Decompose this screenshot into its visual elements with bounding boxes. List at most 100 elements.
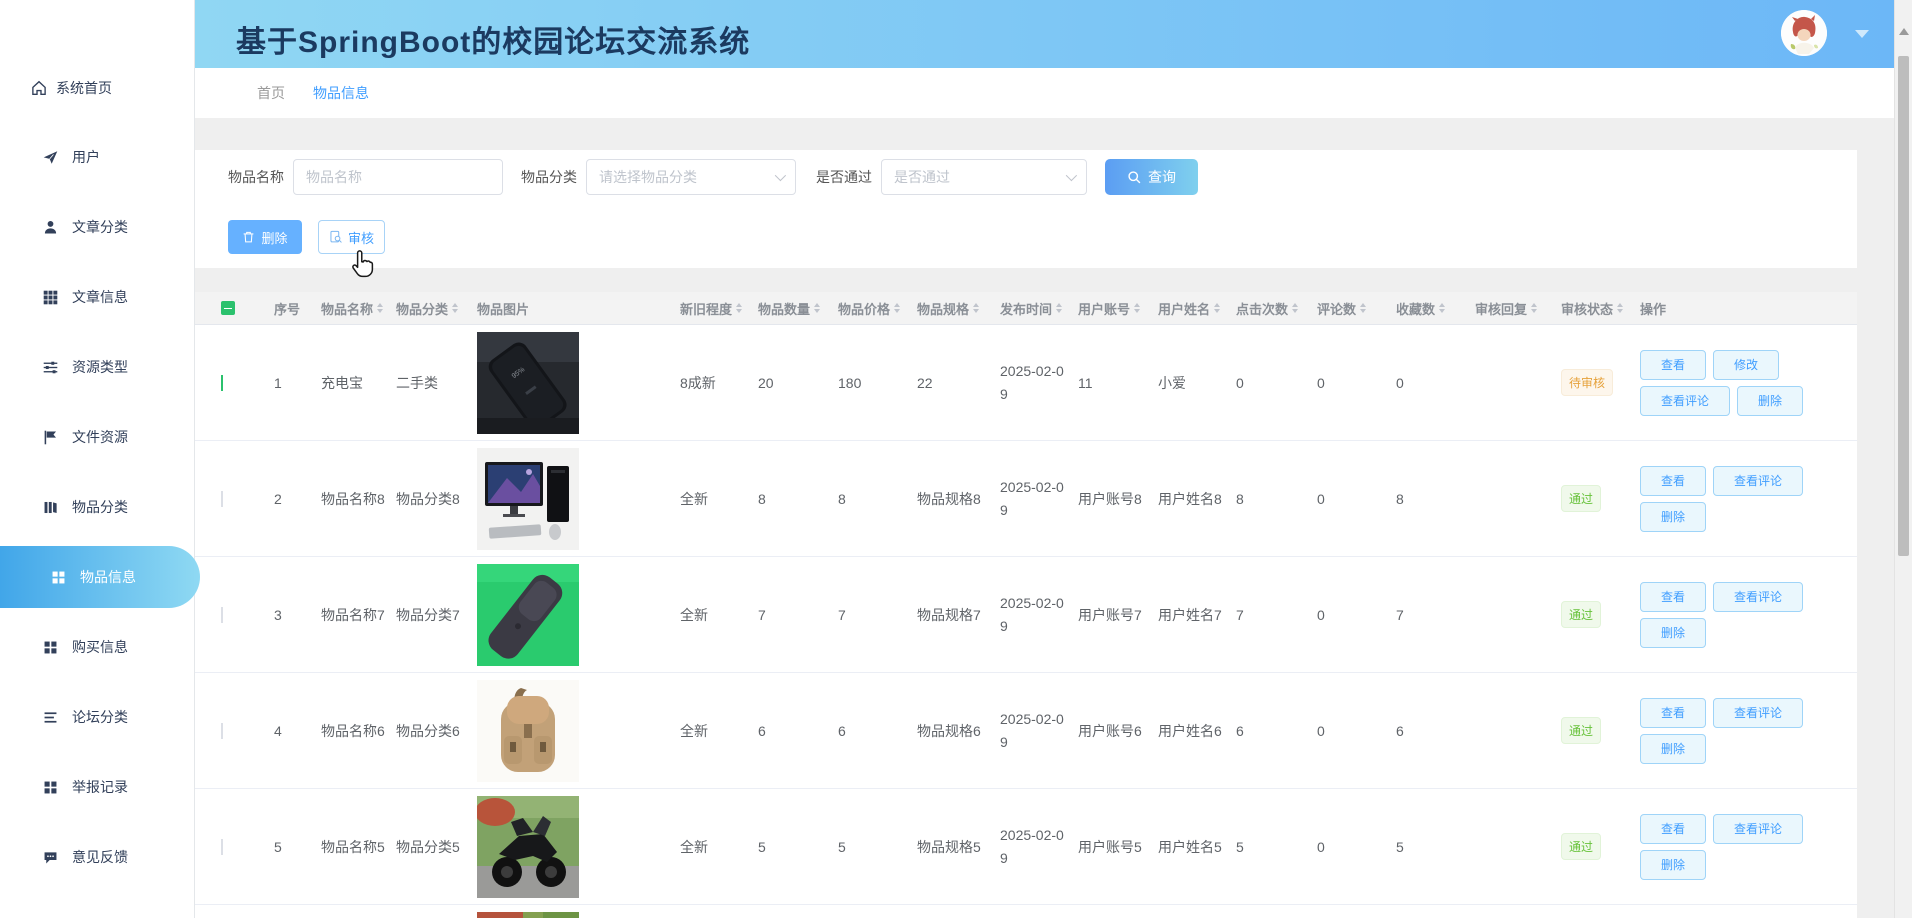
cell-favorites: 0 bbox=[1396, 375, 1475, 391]
cell-clicks: 8 bbox=[1236, 491, 1317, 507]
cell-account: 用户账号7 bbox=[1078, 605, 1158, 625]
cell-seq: 3 bbox=[274, 607, 321, 623]
view-comments-button[interactable]: 查看评论 bbox=[1640, 386, 1730, 416]
sidebar-item-label: 物品分类 bbox=[72, 497, 128, 517]
sort-toggle[interactable] bbox=[736, 303, 742, 313]
flag-icon bbox=[42, 429, 59, 446]
sort-toggle[interactable] bbox=[1531, 303, 1537, 313]
audit-button[interactable]: 审核 bbox=[318, 220, 385, 254]
tab-item-info[interactable]: 物品信息 bbox=[313, 83, 369, 103]
library-icon bbox=[42, 499, 59, 516]
sidebar-item-feedback[interactable]: 意见反馈 bbox=[0, 837, 195, 877]
delete-button[interactable]: 删除 bbox=[228, 220, 302, 254]
cell-comments: 0 bbox=[1317, 723, 1396, 739]
delete-row-button[interactable]: 删除 bbox=[1640, 502, 1706, 532]
cell-category: 物品分类6 bbox=[396, 721, 477, 741]
delete-row-button[interactable]: 删除 bbox=[1640, 618, 1706, 648]
item-category-select-input[interactable] bbox=[587, 160, 795, 194]
user-icon bbox=[42, 219, 59, 236]
cell-username: 用户姓名7 bbox=[1158, 605, 1236, 625]
sort-toggle[interactable] bbox=[1134, 303, 1140, 313]
delete-row-button[interactable]: 删除 bbox=[1640, 734, 1706, 764]
row-checkbox[interactable] bbox=[221, 375, 223, 391]
select-all-checkbox[interactable] bbox=[221, 301, 235, 315]
caret-down-icon[interactable] bbox=[1855, 30, 1869, 38]
sidebar-item-forum-category[interactable]: 论坛分类 bbox=[0, 697, 195, 737]
sidebar-item-item-category[interactable]: 物品分类 bbox=[0, 487, 195, 527]
sidebar-item-label: 文件资源 bbox=[72, 427, 128, 447]
row-checkbox[interactable] bbox=[221, 491, 223, 507]
col-category: 物品分类 bbox=[396, 299, 477, 318]
item-category-label: 物品分类 bbox=[521, 167, 577, 187]
scrollbar-up-arrow-icon[interactable] bbox=[1899, 28, 1909, 35]
col-spec: 物品规格 bbox=[917, 299, 1000, 318]
sidebar-item-resource-type[interactable]: 资源类型 bbox=[0, 347, 195, 387]
send-icon bbox=[42, 149, 59, 166]
sidebar-item-system-home[interactable]: 系统首页 bbox=[0, 68, 195, 108]
row-checkbox[interactable] bbox=[221, 607, 223, 623]
sort-toggle[interactable] bbox=[1214, 303, 1220, 313]
item-name-input[interactable] bbox=[294, 160, 502, 194]
cell-price: 6 bbox=[838, 723, 917, 739]
view-button[interactable]: 查看 bbox=[1640, 582, 1706, 612]
pass-select[interactable] bbox=[881, 159, 1087, 195]
table-row: 5 物品名称5 物品分类5 bbox=[195, 789, 1857, 905]
edit-button[interactable]: 修改 bbox=[1713, 350, 1779, 380]
cell-quantity: 5 bbox=[758, 839, 838, 855]
view-button[interactable]: 查看 bbox=[1640, 698, 1706, 728]
cell-name: 物品名称5 bbox=[321, 837, 396, 857]
cell-favorites: 7 bbox=[1396, 607, 1475, 623]
cell-price: 7 bbox=[838, 607, 917, 623]
sort-toggle[interactable] bbox=[1292, 303, 1298, 313]
grid-2x2-icon bbox=[50, 569, 67, 586]
item-category-select[interactable] bbox=[586, 159, 796, 195]
sidebar-item-item-info[interactable]: 物品信息 bbox=[0, 546, 200, 608]
view-comments-button[interactable]: 查看评论 bbox=[1713, 466, 1803, 496]
sort-toggle[interactable] bbox=[894, 303, 900, 313]
top-header-bar: 基于SpringBoot的校园论坛交流系统 bbox=[195, 0, 1894, 68]
search-button[interactable]: 查询 bbox=[1105, 159, 1198, 195]
col-username: 用户姓名 bbox=[1158, 299, 1236, 318]
cell-seq: 5 bbox=[274, 839, 321, 855]
sort-toggle[interactable] bbox=[1360, 303, 1366, 313]
sort-toggle[interactable] bbox=[377, 303, 383, 313]
sidebar-item-file-resource[interactable]: 文件资源 bbox=[0, 417, 195, 457]
vertical-scrollbar[interactable] bbox=[1894, 0, 1912, 918]
row-checkbox[interactable] bbox=[221, 839, 223, 855]
pass-select-input[interactable] bbox=[882, 160, 1086, 194]
user-avatar[interactable] bbox=[1781, 10, 1827, 56]
sidebar-item-report-records[interactable]: 举报记录 bbox=[0, 767, 195, 807]
sidebar-item-article-category[interactable]: 文章分类 bbox=[0, 207, 195, 247]
sort-toggle[interactable] bbox=[1439, 303, 1445, 313]
cell-condition: 全新 bbox=[680, 837, 758, 857]
cell-date: 2025-02-09 bbox=[1000, 476, 1078, 521]
sidebar-item-purchase-info[interactable]: 购买信息 bbox=[0, 627, 195, 667]
cell-name: 充电宝 bbox=[321, 373, 396, 393]
sidebar-item-article-info[interactable]: 文章信息 bbox=[0, 277, 195, 317]
sidebar-item-users[interactable]: 用户 bbox=[0, 137, 195, 177]
tab-home[interactable]: 首页 bbox=[257, 83, 285, 103]
row-checkbox[interactable] bbox=[221, 723, 223, 739]
view-comments-button[interactable]: 查看评论 bbox=[1713, 582, 1803, 612]
sort-toggle[interactable] bbox=[452, 303, 458, 313]
cell-username: 小爱 bbox=[1158, 373, 1236, 393]
view-comments-button[interactable]: 查看评论 bbox=[1713, 814, 1803, 844]
view-button[interactable]: 查看 bbox=[1640, 466, 1706, 496]
table-row: 4 物品名称6 物品分类6 全新 bbox=[195, 673, 1857, 789]
scrollbar-thumb[interactable] bbox=[1898, 56, 1909, 556]
sort-toggle[interactable] bbox=[1617, 303, 1623, 313]
view-button[interactable]: 查看 bbox=[1640, 814, 1706, 844]
cell-condition: 全新 bbox=[680, 721, 758, 741]
list-icon bbox=[42, 709, 59, 726]
sort-toggle[interactable] bbox=[1056, 303, 1062, 313]
table-row: 1 充电宝 二手类 95% 8成新 20 180 22 2025-02-09 1… bbox=[195, 325, 1857, 441]
sort-toggle[interactable] bbox=[973, 303, 979, 313]
sort-toggle[interactable] bbox=[814, 303, 820, 313]
view-comments-button[interactable]: 查看评论 bbox=[1713, 698, 1803, 728]
cell-name: 物品名称8 bbox=[321, 489, 396, 509]
pass-filter-label: 是否通过 bbox=[816, 167, 872, 187]
delete-row-button[interactable]: 删除 bbox=[1737, 386, 1803, 416]
delete-row-button[interactable]: 删除 bbox=[1640, 850, 1706, 880]
cell-price: 5 bbox=[838, 839, 917, 855]
view-button[interactable]: 查看 bbox=[1640, 350, 1706, 380]
